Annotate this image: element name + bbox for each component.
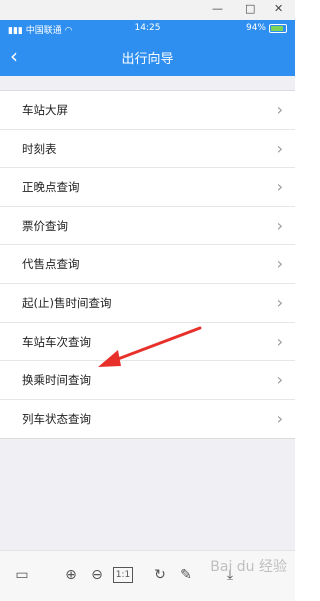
watermark: Bai du 经验 [210, 559, 287, 575]
list-item-fare-query[interactable]: 票价查询 › [0, 207, 295, 246]
zoom-in-icon[interactable]: ⊕ [61, 565, 81, 585]
status-bar: ▮▮▮ 中国联通 ◠ 14:25 94% [0, 20, 295, 38]
chevron-right-icon: › [276, 177, 283, 197]
app-header: ‹ 出行向导 [0, 38, 295, 76]
zoom-out-icon[interactable]: ⊖ [87, 565, 107, 585]
chevron-right-icon: › [276, 331, 283, 351]
chevron-right-icon: › [276, 100, 283, 119]
page-title: 出行向导 [121, 52, 174, 67]
minimize-button[interactable]: — [212, 2, 223, 15]
rotate-icon[interactable]: ↻ [150, 565, 170, 585]
chevron-right-icon: › [276, 370, 283, 390]
list-item-transfer-time-query[interactable]: 换乘时间查询 › [0, 361, 295, 400]
list-item-station-screen[interactable]: 车站大屏 › [0, 91, 295, 130]
maximize-button[interactable]: □ [245, 2, 255, 15]
list-item-station-train-query[interactable]: 车站车次查询 › [0, 323, 295, 362]
chevron-right-icon: › [276, 254, 283, 274]
battery-indicator: 94% [246, 23, 287, 33]
main-content: 车站大屏 › 时刻表 › 正晚点查询 › 票价查询 › 代售点查询 › 起(止)… [0, 76, 295, 550]
chevron-right-icon: › [276, 292, 283, 312]
list-item-sale-time-query[interactable]: 起(止)售时间查询 › [0, 284, 295, 323]
list-item-train-status-query[interactable]: 列车状态查询 › [0, 400, 295, 439]
close-button[interactable]: ✕ [274, 2, 283, 15]
list-item-timetable[interactable]: 时刻表 › [0, 130, 295, 169]
menu-list: 车站大屏 › 时刻表 › 正晚点查询 › 票价查询 › 代售点查询 › 起(止)… [0, 90, 295, 440]
chevron-right-icon: › [276, 215, 283, 235]
chevron-right-icon: › [276, 138, 283, 158]
layout-icon[interactable]: ▭ [12, 565, 32, 585]
edit-icon[interactable]: ✎ [176, 565, 196, 585]
actual-size-icon[interactable]: 1:1 [113, 567, 133, 583]
list-item-delay-query[interactable]: 正晚点查询 › [0, 168, 295, 207]
chevron-right-icon: › [276, 408, 283, 428]
list-item-agency-query[interactable]: 代售点查询 › [0, 245, 295, 284]
battery-icon [269, 23, 287, 33]
window-title-bar: — □ ✕ [0, 0, 295, 20]
